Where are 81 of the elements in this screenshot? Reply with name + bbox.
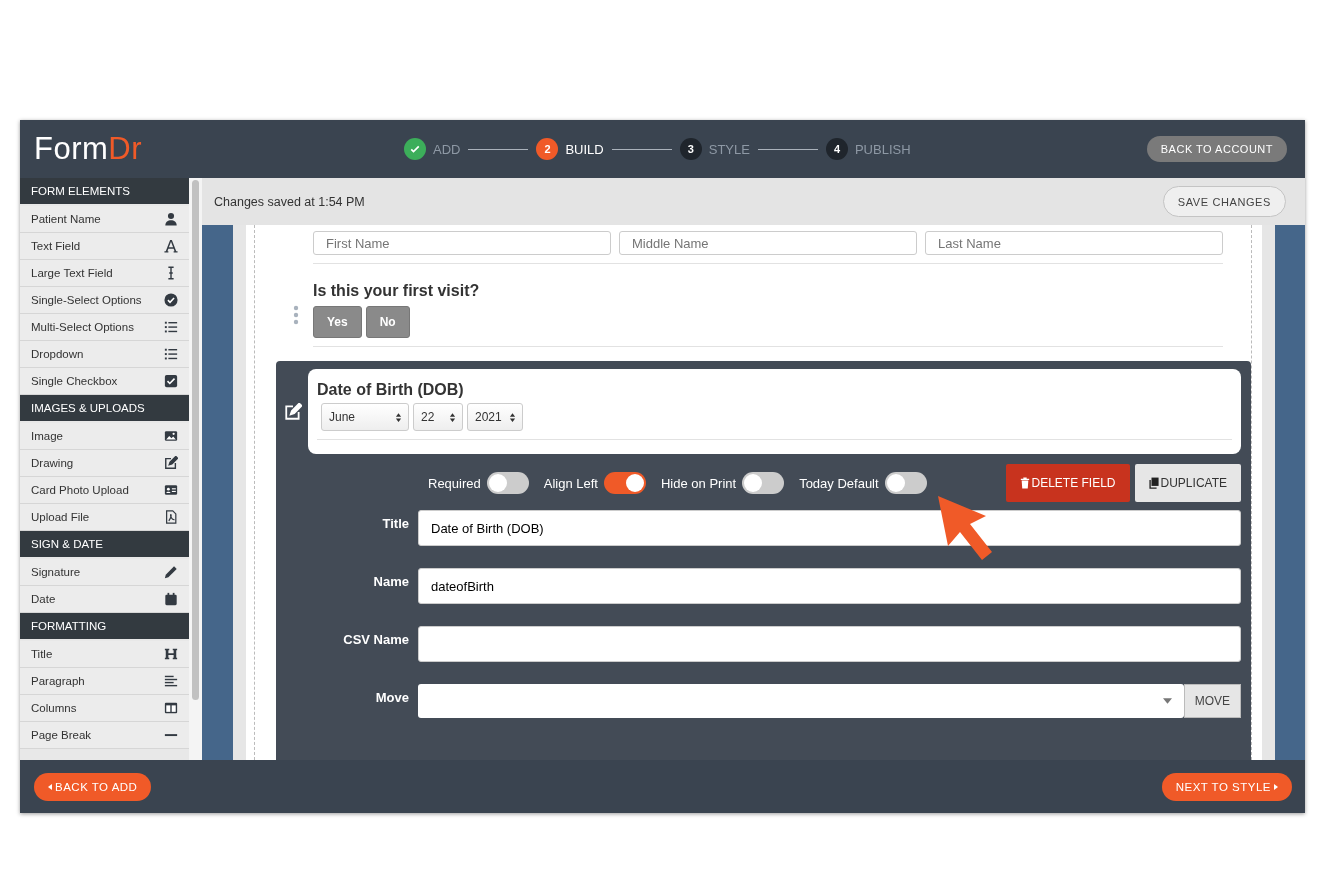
step-number: 4 [825, 138, 848, 160]
sidebar-item[interactable]: Card Photo Upload [20, 477, 189, 504]
trash-icon [1019, 477, 1030, 489]
list-icon [164, 320, 178, 334]
save-status-text: Changes saved at 1:54 PM [214, 194, 365, 209]
list-icon [164, 347, 178, 361]
name-input-field[interactable]: Last Name [925, 231, 1223, 255]
field-label: CSV Name [342, 631, 410, 647]
sidebar-item[interactable]: Patient Name [20, 206, 189, 233]
step-tab[interactable]: BUILD [565, 141, 604, 157]
step-number: 2 [536, 138, 559, 160]
sidebar-section-title: SIGN & DATE [20, 531, 189, 559]
spinner-arrows-icon [509, 411, 516, 423]
sidebar-item[interactable]: Single Checkbox [20, 368, 189, 395]
sidebar-item[interactable]: Title [20, 641, 189, 668]
checkcircle-icon [164, 293, 178, 307]
sidebar-item[interactable]: Image [20, 423, 189, 450]
save-changes-button[interactable]: SAVE CHANGES [1162, 186, 1286, 217]
image-icon [164, 429, 178, 443]
question-label: Is this your first visit? [313, 282, 481, 300]
pencil-icon [164, 565, 178, 579]
field-label: Name [372, 573, 410, 589]
heading-icon [164, 647, 178, 661]
text-input-field[interactable]: Date of Birth (DOB) [418, 510, 1241, 546]
text-input-field[interactable] [418, 626, 1241, 662]
lines-icon [164, 674, 178, 688]
toggle-label: Hide on Print [660, 475, 737, 491]
date-select[interactable]: 22 [413, 403, 463, 431]
sidebar-item[interactable]: Upload File [20, 504, 189, 531]
toggle-switch[interactable] [884, 472, 927, 494]
sidebar-section-title: FORMATTING [20, 613, 189, 641]
copy-icon [1148, 477, 1159, 489]
checkbox-icon [164, 374, 178, 388]
toggle-label: Align Left [543, 475, 598, 491]
sidebar-item[interactable]: Large Text Field [20, 260, 189, 287]
toggle-switch[interactable] [603, 472, 646, 494]
sidebar-item[interactable]: Columns [20, 695, 189, 722]
drag-handle-icon[interactable] [293, 304, 299, 325]
sidebar-item[interactable]: Paragraph [20, 668, 189, 695]
sidebar-item[interactable]: Drawing [20, 450, 189, 477]
name-input-field[interactable]: Middle Name [619, 231, 917, 255]
edit-icon[interactable] [284, 402, 302, 421]
move-button[interactable]: MOVE [1183, 684, 1241, 718]
sidebar-item[interactable]: Date [20, 586, 189, 613]
sidebar-section-title: FORM ELEMENTS [20, 178, 189, 206]
caret-right-icon [1274, 783, 1278, 790]
toggle-switch[interactable] [742, 472, 785, 494]
spinner-arrows-icon [449, 411, 456, 423]
caret-left-icon [48, 783, 52, 790]
sidebar-item[interactable]: Single-Select Options [20, 287, 189, 314]
sidebar-item[interactable]: Text Field [20, 233, 189, 260]
dropdown-caret-icon [1162, 698, 1172, 704]
field-preview-title: Date of Birth (DOB) [317, 381, 465, 399]
toggle-label: Required [428, 475, 481, 491]
columns-icon [164, 701, 178, 715]
toggle-switch[interactable] [486, 472, 529, 494]
file-icon [164, 510, 178, 524]
letter-icon [164, 239, 178, 253]
sidebar-item[interactable]: Page Break [20, 722, 189, 749]
sidebar-item[interactable]: Signature [20, 559, 189, 586]
calendar-icon [164, 592, 178, 606]
sidebar-section-title: IMAGES & UPLOADS [20, 395, 189, 423]
field-label: Title [381, 515, 410, 531]
sidebar-item[interactable]: Multi-Select Options [20, 314, 189, 341]
delete-field-button[interactable]: DELETE FIELD [1005, 464, 1130, 502]
sidebar-item[interactable]: Dropdown [20, 341, 189, 368]
date-select[interactable]: June [321, 403, 409, 431]
spinner-arrows-icon [395, 411, 402, 423]
back-to-account-button[interactable]: BACK TO ACCOUNT [1146, 136, 1287, 162]
text-input-field[interactable]: dateofBirth [418, 568, 1241, 604]
edit-icon [164, 456, 178, 470]
user-icon [164, 212, 178, 226]
scrollbar[interactable] [189, 178, 202, 760]
card-icon [164, 483, 178, 497]
step-number: 3 [679, 138, 702, 160]
date-select[interactable]: 2021 [467, 403, 523, 431]
name-input-field[interactable]: First Name [313, 231, 611, 255]
field-label: Move [374, 689, 410, 705]
toggle-label: Today Default [799, 475, 879, 491]
duplicate-button[interactable]: DUPLICATE [1134, 464, 1241, 502]
logo: FormDr [34, 131, 144, 167]
